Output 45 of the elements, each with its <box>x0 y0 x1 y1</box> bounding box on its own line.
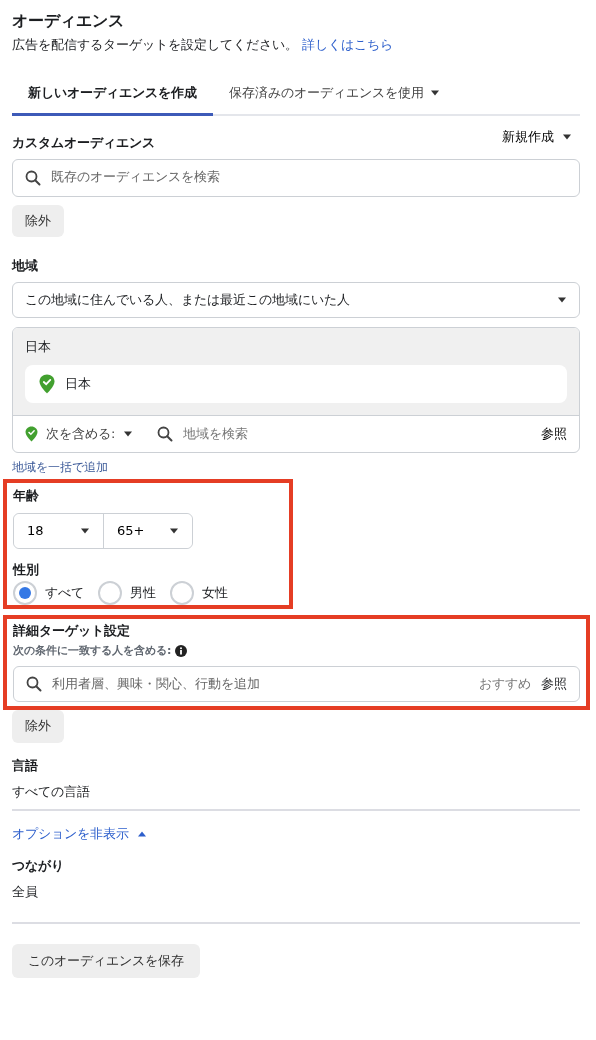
location-group-label: 日本 <box>25 337 52 356</box>
caret-icon <box>123 431 134 438</box>
include-dropdown[interactable]: 次を含める: <box>25 425 134 444</box>
targeting-search-field[interactable]: 利用者層、興味・関心、行動を追加 おすすめ 参照 <box>13 666 580 703</box>
create-new-dropdown[interactable]: 新規作成 <box>502 128 572 147</box>
search-input[interactable]: 利用者層、興味・関心、行動を追加 <box>52 675 469 694</box>
tab[interactable]: 保存済みのオーディエンスを使用 <box>213 74 456 117</box>
info-icon <box>175 644 188 657</box>
search-icon <box>26 676 42 693</box>
search-field[interactable]: 既存のオーディエンスを検索 <box>12 158 580 197</box>
exclude-button[interactable]: 除外 <box>12 710 64 743</box>
bulk-add-link[interactable]: 地域を一括で追加 <box>12 459 108 477</box>
search-icon <box>157 426 174 443</box>
caret-icon <box>562 134 572 141</box>
section-label: 年齢 <box>13 486 40 505</box>
suggestions-text: おすすめ <box>479 675 531 694</box>
language-value: すべての言語 <box>12 782 91 801</box>
gender-radio[interactable]: 男性 <box>98 580 156 605</box>
location-mode-dropdown[interactable]: この地域に住んでいる人、または最近この地域にいた人 <box>12 281 580 318</box>
location-pin-icon <box>39 374 55 395</box>
browse-button[interactable]: 参照 <box>541 425 567 444</box>
gender-radio[interactable]: 女性 <box>170 580 228 605</box>
search-input[interactable]: 既存のオーディエンスを検索 <box>51 168 567 187</box>
hide-options-link[interactable]: オプションを非表示 <box>12 825 147 844</box>
location-pin-icon <box>25 426 38 443</box>
section-label: 地域 <box>12 256 39 275</box>
browse-button[interactable]: 参照 <box>541 675 567 694</box>
section-label: 詳細ターゲット設定 <box>13 621 131 640</box>
caret-icon <box>557 296 567 303</box>
criteria-text: 次の条件に一致する人を含める: <box>13 643 172 659</box>
section-label: つながり <box>12 857 65 876</box>
gender-radio[interactable]: すべて <box>13 580 84 605</box>
description-text: 広告を配信するターゲットを設定してください。 詳しくはこちら <box>12 36 395 54</box>
learn-more-link[interactable]: 詳しくはこちら <box>302 37 394 52</box>
section-label: 言語 <box>12 756 39 775</box>
tab[interactable]: 新しいオーディエンスを作成 <box>12 74 213 117</box>
location-item: 日本 <box>25 365 567 404</box>
connections-value: 全員 <box>12 883 39 902</box>
save-audience-button[interactable]: このオーディエンスを保存 <box>12 943 200 978</box>
page-title: オーディエンス <box>12 10 125 32</box>
section-label: 性別 <box>13 560 40 579</box>
section-label: カスタムオーディエンス <box>12 134 155 153</box>
caret-icon <box>137 831 147 838</box>
search-icon <box>25 169 41 186</box>
exclude-button[interactable]: 除外 <box>12 204 64 237</box>
